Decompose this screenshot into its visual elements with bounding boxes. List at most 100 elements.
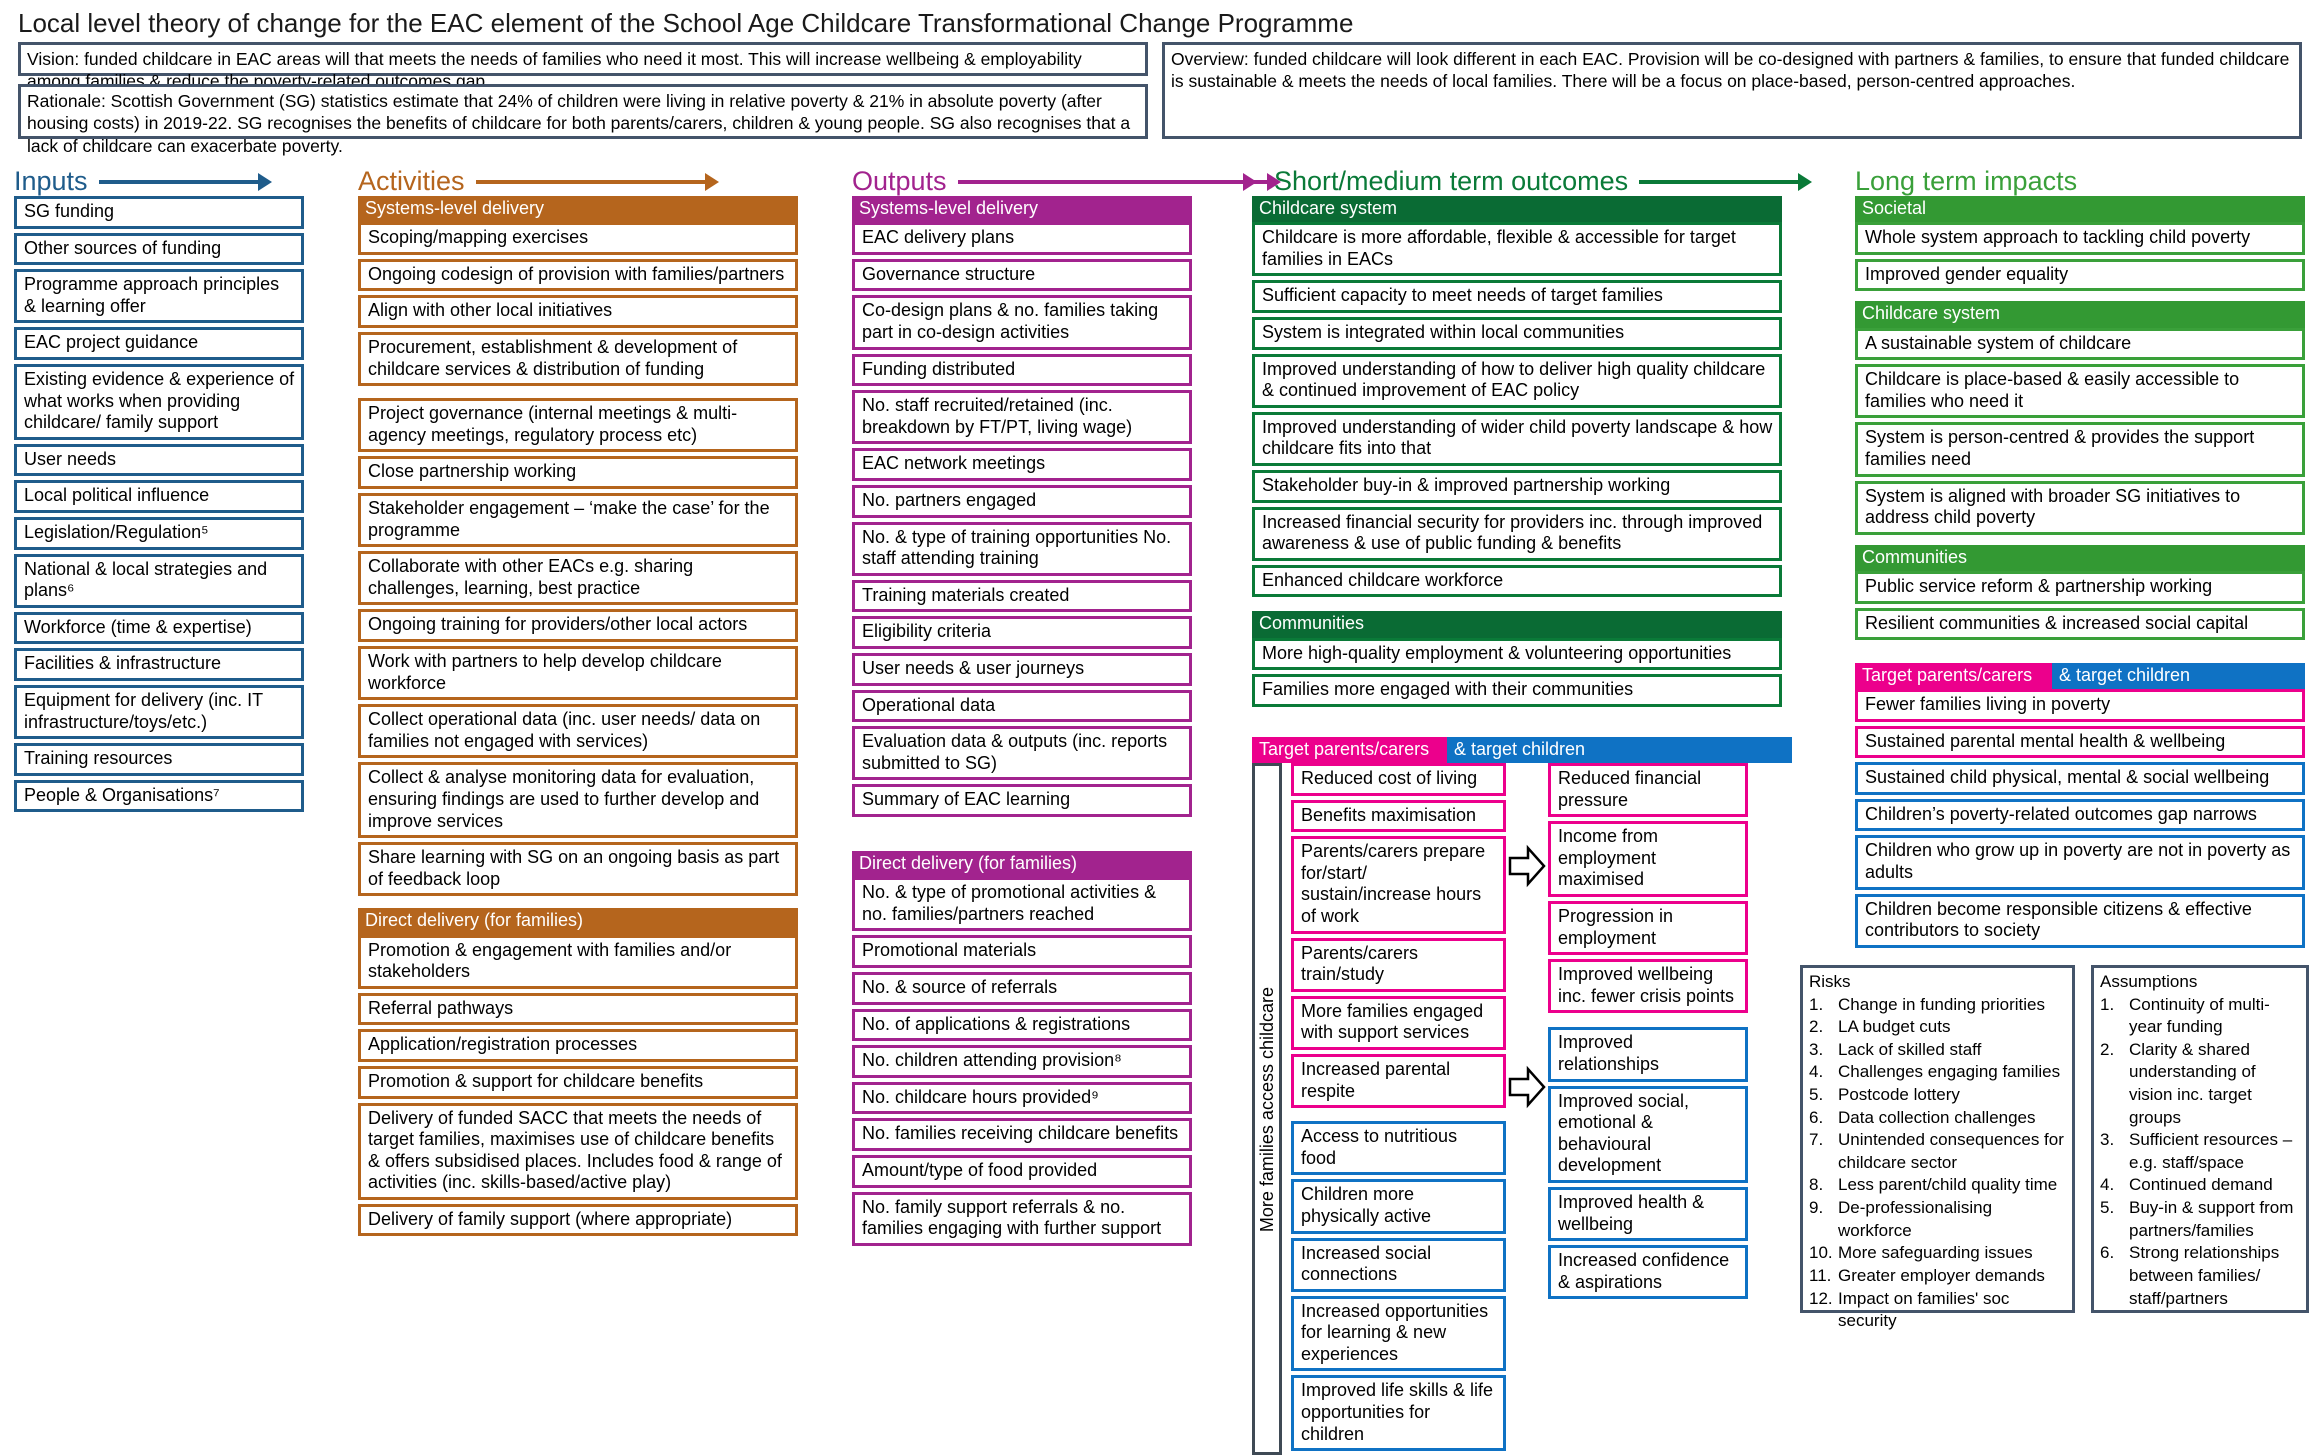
output-item-1-1: Promotional materials [852,935,1192,968]
activity-group-caption-2: Direct delivery (for families) [358,908,798,935]
outcome-item-0-6: Increased financial security for provide… [1252,506,1782,561]
risk-item-text: Impact on families' soc security [1838,1288,2010,1331]
output-item-1-4: No. children attending provision⁸ [852,1045,1192,1078]
assumption-item-number: 4. [2100,1175,2115,1195]
outcome-group-caption-0: Childcare system [1252,196,1782,223]
activity-item-1-1: Close partnership working [358,456,798,489]
outcome-group-1: Communities More high-quality employment … [1252,611,1782,707]
input-item-8: National & local strategies and plans⁶ [14,553,304,608]
risk-item-number: 8. [1809,1175,1824,1195]
output-item-0-12: Evaluation data & outputs (inc. reports … [852,726,1192,781]
vision-box: Vision: funded childcare in EAC areas wi… [18,42,1148,91]
outputs-column: Systems-level delivery EAC delivery plans… [852,196,1192,1250]
assumption-item-text: Continued demand [2129,1175,2273,1195]
input-item-13: People & Organisations⁷ [14,779,304,813]
impacts-target-parents-caption: Target parents/carers [1855,663,2052,689]
output-item-1-0: No. & type of promotional activities & n… [852,877,1192,932]
impact-item-1-0: A sustainable system of childcare [1855,327,2305,361]
subcolumn-spacer [1548,1017,1748,1027]
impact-group-2: Communities Public service reform & partn… [1855,544,2305,641]
outcome-child-blue-1: Improved social, emotional & behavioural… [1548,1085,1748,1183]
risk-item-number: 10. [1809,1243,1833,1263]
risks-box: Risks 1. Change in funding priorities 2. LA… [1800,965,2075,1330]
output-item-0-6: No. partners engaged [852,484,1192,518]
risk-item-1: 1. Change in funding priorities [1809,994,2067,1017]
risk-item-2: 2. LA budget cuts [1809,1016,2067,1039]
outputs-arrow-icon [957,172,1281,191]
impact-group-0: Societal Whole system approach to tacklin… [1855,196,2305,292]
assumption-item-1: 1. Continuity of multi-year funding [2100,994,2301,1039]
output-item-0-9: Eligibility criteria [852,616,1192,649]
outcome-parent-pink-5: Increased parental respite [1291,1053,1506,1109]
activity-item-1-3: Collaborate with other EACs e.g. sharing… [358,551,798,606]
impact-item-0-1: Improved gender equality [1855,258,2305,292]
outcome-item-1-0: More high-quality employment & volunteer… [1252,637,1782,671]
impacts-target-caption: Target parents/carers & target children [1855,663,2305,689]
risk-item-text: Greater employer demands [1838,1265,2045,1285]
risk-item-number: 3. [1809,1039,1824,1059]
impact-pink-1: Sustained parental mental health & wellb… [1855,725,2305,759]
activity-group-1: Project governance (internal meetings & … [358,398,798,897]
risk-item-text: Data collection challenges [1838,1107,2036,1127]
activity-item-1-4: Ongoing training for providers/other loc… [358,609,798,642]
assumption-item-3: 3. Sufficient resources – e.g. staff/spac… [2100,1129,2301,1174]
assumption-item-text: Sufficient resources – e.g. staff/space [2129,1130,2293,1172]
risk-item-6: 6. Data collection challenges [1809,1107,2067,1130]
outcome-parent-blue-2: Increased social connections [1291,1237,1506,1292]
outcome-parent-pink-1: Benefits maximisation [1291,799,1506,833]
activity-item-2-4: Delivery of funded SACC that meets the n… [358,1102,798,1200]
output-item-1-2: No. & source of referrals [852,971,1192,1005]
risk-item-number: 2. [1809,1017,1824,1037]
activity-item-2-1: Referral pathways [358,992,798,1026]
risks-title: Risks [1809,972,1851,991]
outcomes-parents-subcolumn: Reduced cost of living Benefits maximisat… [1291,763,1506,1455]
impact-item-1-3: System is aligned with broader SG initia… [1855,480,2305,535]
outcome-parent-blue-3: Increased opportunities for learning & n… [1291,1295,1506,1372]
impact-group-caption-2: Communities [1855,544,2305,572]
outcomes-incoming-arrow-icon [1243,172,1257,191]
impact-item-0-0: Whole system approach to tackling child … [1855,222,2305,255]
output-item-1-5: No. childcare hours provided⁹ [852,1081,1192,1115]
overview-box: Overview: funded childcare will look dif… [1162,42,2302,139]
impact-item-2-0: Public service reform & partnership work… [1855,571,2305,604]
assumptions-list: 1. Continuity of multi-year funding 2. Clar… [2100,994,2301,1311]
assumption-item-number: 3. [2100,1130,2115,1150]
risk-item-text: Change in funding priorities [1838,994,2045,1014]
block-arrow-icon-upper [1508,844,1546,888]
output-item-0-7: No. & type of training opportunities No.… [852,521,1192,576]
output-item-1-3: No. of applications & registrations [852,1008,1192,1042]
assumption-item-text: Clarity & shared understanding of vision… [2129,1039,2256,1127]
outcomes-column: Childcare system Childcare is more afford… [1252,196,1782,711]
risk-item-7: 7. Unintended consequences for childcare … [1809,1129,2067,1174]
assumption-item-number: 1. [2100,994,2115,1014]
inputs-column: SG funding Other sources of funding Progra… [14,196,304,816]
output-item-0-13: Summary of EAC learning [852,784,1192,817]
outcome-item-0-1: Sufficient capacity to meet needs of tar… [1252,280,1782,314]
outcome-parent-pink-4: More families engaged with support servi… [1291,995,1506,1050]
output-group-caption-1: Direct delivery (for families) [852,850,1192,878]
input-item-12: Training resources [14,743,304,776]
outcome-item-1-1: Families more engaged with their communi… [1252,674,1782,707]
impact-item-1-1: Childcare is place-based & easily access… [1855,364,2305,419]
input-item-1: Other sources of funding [14,232,304,266]
assumption-item-number: 5. [2100,1198,2115,1218]
risk-item-number: 4. [1809,1062,1824,1082]
risk-item-10: 10. More safeguarding issues [1809,1242,2067,1265]
outcome-child-blue-3: Increased confidence & aspirations [1548,1245,1748,1300]
activity-item-2-2: Application/registration processes [358,1029,798,1062]
impacts-heading: Long term impacts [1855,166,2077,197]
impact-blue-0: Sustained child physical, mental & socia… [1855,762,2305,795]
risk-item-text: Unintended consequences for childcare se… [1838,1130,2064,1172]
outcomes-target-caption: Target parents/carers & target children [1252,737,1792,763]
outcomes-arrow-gutter [1506,763,1548,1455]
outcome-parent-pink-2: Parents/carers prepare for/start/ sustai… [1291,836,1506,934]
outcome-group-caption-1: Communities [1252,611,1782,638]
risk-item-number: 11. [1809,1265,1832,1285]
input-item-3: EAC project guidance [14,327,304,360]
activity-item-2-5: Delivery of family support (where approp… [358,1203,798,1237]
input-item-11: Equipment for delivery (inc. IT infrastr… [14,684,304,740]
output-item-1-6: No. families receiving childcare benefit… [852,1118,1192,1151]
outcome-item-0-7: Enhanced childcare workforce [1252,564,1782,598]
outcome-child-blue-2: Improved health & wellbeing [1548,1186,1748,1242]
activity-item-0-2: Align with other local initiatives [358,295,798,329]
